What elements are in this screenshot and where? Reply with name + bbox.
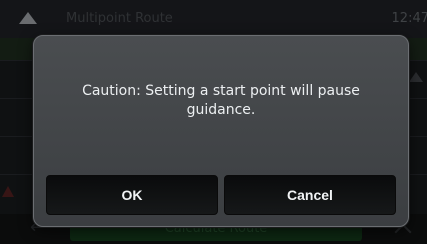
caution-dialog: Caution: Setting a start point will paus… [33,35,409,227]
dialog-message: Caution: Setting a start point will paus… [82,83,360,118]
cancel-button[interactable]: Cancel [224,175,396,215]
screen: Multipoint Route 12:47 ← Calculate Route… [0,0,427,244]
ok-button[interactable]: OK [46,175,218,215]
